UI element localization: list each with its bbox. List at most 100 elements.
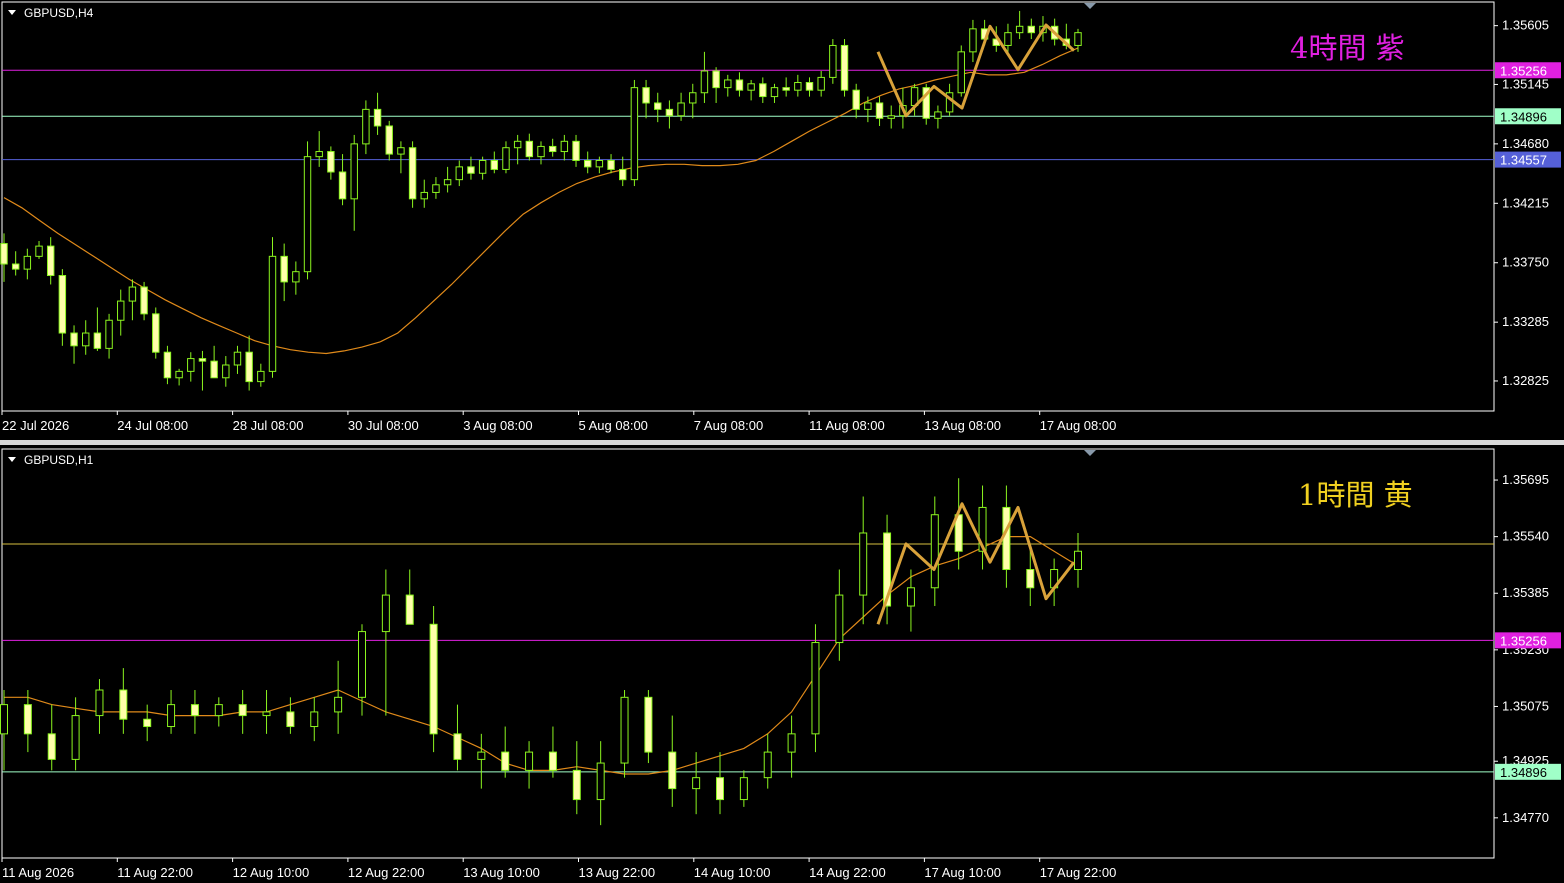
- candle[interactable]: [373, 92, 382, 135]
- candle[interactable]: [747, 79, 755, 101]
- candle[interactable]: [811, 624, 820, 753]
- candle[interactable]: [852, 83, 860, 119]
- candle[interactable]: [840, 39, 849, 97]
- candle[interactable]: [214, 697, 223, 727]
- candle[interactable]: [385, 120, 393, 161]
- candle[interactable]: [875, 96, 884, 126]
- candle[interactable]: [969, 19, 977, 63]
- candle[interactable]: [46, 237, 55, 285]
- candle[interactable]: [128, 279, 137, 321]
- candle[interactable]: [152, 307, 160, 359]
- candle[interactable]: [1050, 558, 1059, 607]
- candle[interactable]: [268, 237, 277, 378]
- candle[interactable]: [934, 105, 942, 129]
- candle[interactable]: [739, 770, 748, 807]
- candle[interactable]: [759, 77, 767, 103]
- candle[interactable]: [665, 100, 674, 129]
- candle[interactable]: [432, 177, 440, 199]
- candle[interactable]: [310, 697, 319, 742]
- candle[interactable]: [327, 146, 335, 180]
- candle[interactable]: [829, 39, 837, 84]
- h1-chart[interactable]: GBPUSD,H11.356951.355401.353851.352301.3…: [0, 445, 1564, 883]
- candle[interactable]: [477, 733, 486, 789]
- candle[interactable]: [58, 269, 67, 346]
- candle[interactable]: [1015, 10, 1024, 40]
- candle[interactable]: [525, 741, 534, 789]
- candle[interactable]: [140, 281, 148, 321]
- candle[interactable]: [190, 690, 199, 734]
- candle[interactable]: [222, 356, 230, 387]
- candle[interactable]: [763, 733, 772, 789]
- candle[interactable]: [334, 660, 343, 734]
- candle[interactable]: [443, 166, 452, 193]
- candle[interactable]: [548, 138, 557, 157]
- candle[interactable]: [47, 704, 56, 771]
- candle[interactable]: [501, 726, 510, 778]
- candle[interactable]: [668, 715, 677, 807]
- candle[interactable]: [286, 697, 295, 734]
- candle[interactable]: [292, 261, 300, 295]
- candle[interactable]: [716, 752, 724, 815]
- h4-chart-panel[interactable]: GBPUSD,H4 1.35605 1.35145 1.34680 1.34215 1.3…: [0, 0, 1564, 440]
- candle[interactable]: [233, 345, 242, 374]
- candle[interactable]: [93, 307, 102, 351]
- candle[interactable]: [11, 251, 20, 276]
- candle[interactable]: [455, 160, 463, 187]
- candle[interactable]: [262, 690, 271, 734]
- candle[interactable]: [257, 363, 265, 387]
- candle[interactable]: [782, 77, 790, 97]
- candle[interactable]: [978, 485, 987, 570]
- candle[interactable]: [770, 83, 779, 103]
- candle[interactable]: [95, 679, 104, 734]
- candle[interactable]: [453, 704, 462, 771]
- candle[interactable]: [167, 690, 176, 734]
- candle[interactable]: [805, 77, 814, 97]
- candle[interactable]: [245, 335, 253, 391]
- candle[interactable]: [397, 141, 405, 174]
- shift-marker-icon[interactable]: [1084, 3, 1096, 9]
- candle[interactable]: [362, 100, 370, 155]
- candle[interactable]: [478, 156, 487, 180]
- candle[interactable]: [1027, 18, 1036, 40]
- candle[interactable]: [502, 141, 510, 174]
- candle[interactable]: [654, 92, 662, 123]
- candle[interactable]: [537, 141, 545, 165]
- candle[interactable]: [350, 134, 358, 231]
- candle[interactable]: [198, 350, 207, 391]
- candle[interactable]: [835, 569, 844, 661]
- candle[interactable]: [572, 134, 580, 167]
- candle[interactable]: [724, 74, 732, 97]
- candle[interactable]: [712, 67, 720, 103]
- candle[interactable]: [642, 79, 650, 119]
- candle[interactable]: [957, 45, 965, 97]
- candle[interactable]: [619, 156, 627, 187]
- candle[interactable]: [303, 141, 312, 280]
- candle[interactable]: [238, 690, 247, 734]
- candle[interactable]: [315, 131, 323, 167]
- candle[interactable]: [735, 72, 744, 97]
- candle[interactable]: [922, 83, 930, 125]
- symbol-label[interactable]: GBPUSD,H4: [24, 6, 94, 20]
- candle[interactable]: [930, 496, 939, 607]
- candle[interactable]: [607, 154, 615, 174]
- candle[interactable]: [583, 151, 592, 174]
- candle[interactable]: [490, 151, 499, 174]
- candle[interactable]: [794, 74, 802, 97]
- candle[interactable]: [280, 243, 288, 302]
- candle[interactable]: [70, 325, 78, 364]
- candle[interactable]: [429, 606, 438, 753]
- candle[interactable]: [187, 352, 195, 382]
- candle[interactable]: [82, 320, 90, 355]
- candle[interactable]: [572, 741, 581, 815]
- candle[interactable]: [23, 248, 32, 280]
- candle[interactable]: [644, 690, 653, 764]
- candle[interactable]: [620, 690, 629, 778]
- candle[interactable]: [467, 156, 475, 180]
- h1-chart-panel[interactable]: GBPUSD,H1 1.35695 1.35540 1.35385 1.35230 1.3…: [0, 445, 1564, 883]
- candle[interactable]: [381, 569, 390, 716]
- candle[interactable]: [692, 752, 701, 815]
- candle[interactable]: [338, 154, 347, 206]
- candle[interactable]: [23, 690, 32, 753]
- candle[interactable]: [817, 71, 825, 97]
- candle[interactable]: [210, 345, 218, 379]
